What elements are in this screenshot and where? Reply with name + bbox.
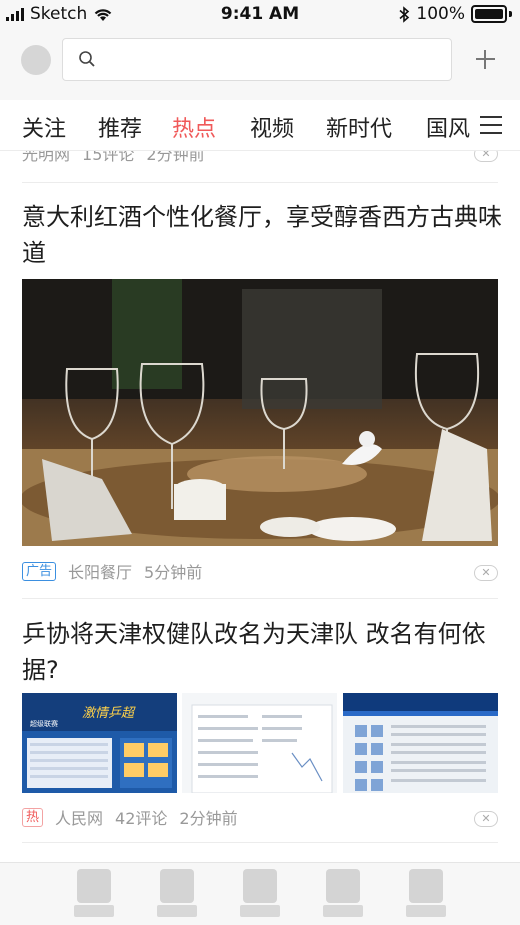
tab-bar-label-placeholder [157,905,197,917]
web-page-screenshot [182,693,337,793]
item-source: 人民网 [55,809,104,828]
tab-new-era[interactable]: 新时代 [326,111,392,143]
tab-bar-label-placeholder [323,905,363,917]
channel-menu-button[interactable] [470,100,520,150]
sports-poster-image: 激情乒超 超级联赛 [22,693,177,793]
tab-hot[interactable]: 热点 [172,111,216,143]
divider [22,598,498,599]
avatar[interactable] [21,45,51,75]
dismiss-button[interactable]: ✕ [474,565,498,581]
hot-item-meta: 热 人民网 42评论 2分钟前 [22,805,238,829]
ad-item-meta: 广告 长阳餐厅 5分钟前 [22,559,202,583]
item-comments: 42评论 [115,809,168,828]
item-source: 光明网 [22,151,71,164]
team-roster-image [343,693,498,793]
search-icon [79,51,95,67]
item-comments: 15评论 [82,151,135,164]
bottom-tab-bar [0,862,520,925]
status-right: 100% [399,4,512,24]
battery-icon [471,5,507,23]
item-source: 长阳餐厅 [68,563,133,582]
poster-subtitle: 超级联赛 [30,719,58,728]
tab-following[interactable]: 关注 [22,111,66,143]
tab-bar-icon[interactable] [326,869,360,903]
tab-video[interactable]: 视频 [250,111,294,143]
tab-bar-icon[interactable] [160,869,194,903]
status-bar: Sketch 9:41 AM 100% [0,0,520,30]
poster-headline: 激情乒超 [82,706,136,721]
tab-bar-label-placeholder [240,905,280,917]
item-time: 2分钟前 [146,151,205,164]
search-bar[interactable] [62,38,452,81]
restaurant-photo[interactable] [22,279,498,546]
thumbnail-3[interactable] [343,693,498,793]
tab-bar-icon[interactable] [409,869,443,903]
tab-guofeng[interactable]: 国风 [426,111,470,143]
add-icon[interactable] [470,44,500,74]
news-feed[interactable]: 光明网 15评论 2分钟前 ✕ 意大利红酒个性化餐厅，享受醇香西方古典味道 广告… [0,151,520,861]
ad-badge: 广告 [22,561,57,581]
item-time: 5分钟前 [144,563,203,582]
divider [22,842,498,843]
tab-bar-label-placeholder [74,905,114,917]
battery-percent: 100% [416,4,465,24]
hot-badge: 热 [22,807,44,827]
search-input[interactable] [105,47,439,73]
dismiss-button[interactable]: ✕ [474,151,498,162]
wine-glasses-image [22,279,498,546]
tab-recommended[interactable]: 推荐 [98,111,142,143]
channel-tabs: 关注 推荐 热点 视频 新时代 国风 [0,100,520,151]
partial-item-meta: 光明网 15评论 2分钟前 [22,151,205,165]
tab-bar-icon[interactable] [243,869,277,903]
article-title[interactable]: 乒协将天津权健队改名为天津队 改名有何依据? [22,616,502,688]
dismiss-button[interactable]: ✕ [474,811,498,827]
tab-bar-label-placeholder [406,905,446,917]
divider [22,182,498,183]
article-title[interactable]: 意大利红酒个性化餐厅，享受醇香西方古典味道 [22,199,502,271]
battery-tip [509,11,512,17]
item-time: 2分钟前 [179,809,238,828]
bluetooth-icon [399,5,410,23]
thumbnail-1[interactable]: 激情乒超 超级联赛 [22,693,177,793]
thumbnail-2[interactable] [182,693,337,793]
tab-bar-icon[interactable] [77,869,111,903]
top-bar: Sketch 9:41 AM 100% [0,0,520,100]
